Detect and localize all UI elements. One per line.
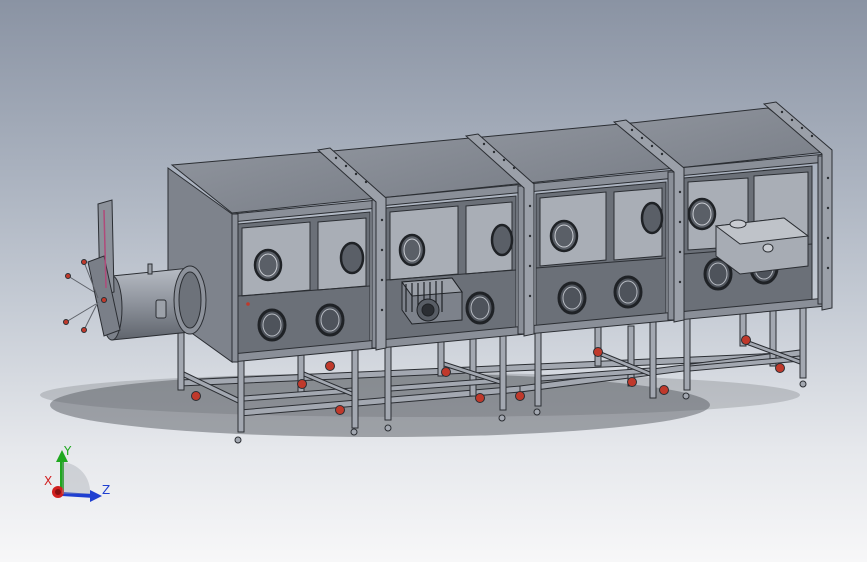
glovebox-assembly-model[interactable] [0, 0, 867, 562]
reference-triad[interactable]: Y X Z [38, 444, 112, 506]
purifier-tank[interactable] [714, 217, 810, 275]
graphics-viewport[interactable]: Y X Z [0, 0, 867, 562]
blower-unit[interactable] [401, 277, 463, 325]
triad-z-label: Z [102, 483, 110, 497]
triad-x-label: X [44, 474, 52, 488]
triad-y-label: Y [63, 444, 72, 458]
antechamber-door[interactable] [63, 199, 121, 337]
